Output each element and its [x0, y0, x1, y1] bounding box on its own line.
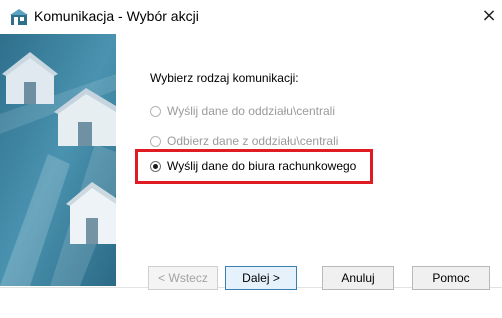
option-send-to-accounting-office[interactable]: Wyślij dane do biura rachunkowego [150, 157, 356, 175]
option-receive-from-branch-label: Odbierz dane z oddziału\centrali [167, 134, 339, 148]
radio-send-to-branch [150, 105, 161, 117]
options-heading: Wybierz rodzaj komunikacji: [150, 71, 299, 85]
app-communication-icon [10, 9, 28, 25]
option-send-to-branch: Wyślij dane do oddziału\centrali [150, 102, 335, 120]
option-send-to-accounting-office-label[interactable]: Wyślij dane do biura rachunkowego [167, 159, 356, 173]
title-bar: Komunikacja - Wybór akcji × [0, 0, 502, 34]
help-button[interactable]: Pomoc [412, 266, 490, 290]
radio-send-to-accounting-office[interactable] [150, 160, 161, 172]
window-title: Komunikacja - Wybór akcji [34, 8, 199, 24]
back-button: < Wstecz [148, 266, 218, 290]
next-button[interactable]: Dalej > [225, 266, 297, 290]
cancel-button[interactable]: Anuluj [322, 266, 394, 290]
radio-receive-from-branch [150, 135, 161, 147]
wizard-banner-image [0, 34, 116, 286]
option-receive-from-branch: Odbierz dane z oddziału\centrali [150, 132, 338, 150]
option-send-to-branch-label: Wyślij dane do oddziału\centrali [167, 104, 335, 118]
close-icon[interactable]: × [478, 5, 500, 27]
